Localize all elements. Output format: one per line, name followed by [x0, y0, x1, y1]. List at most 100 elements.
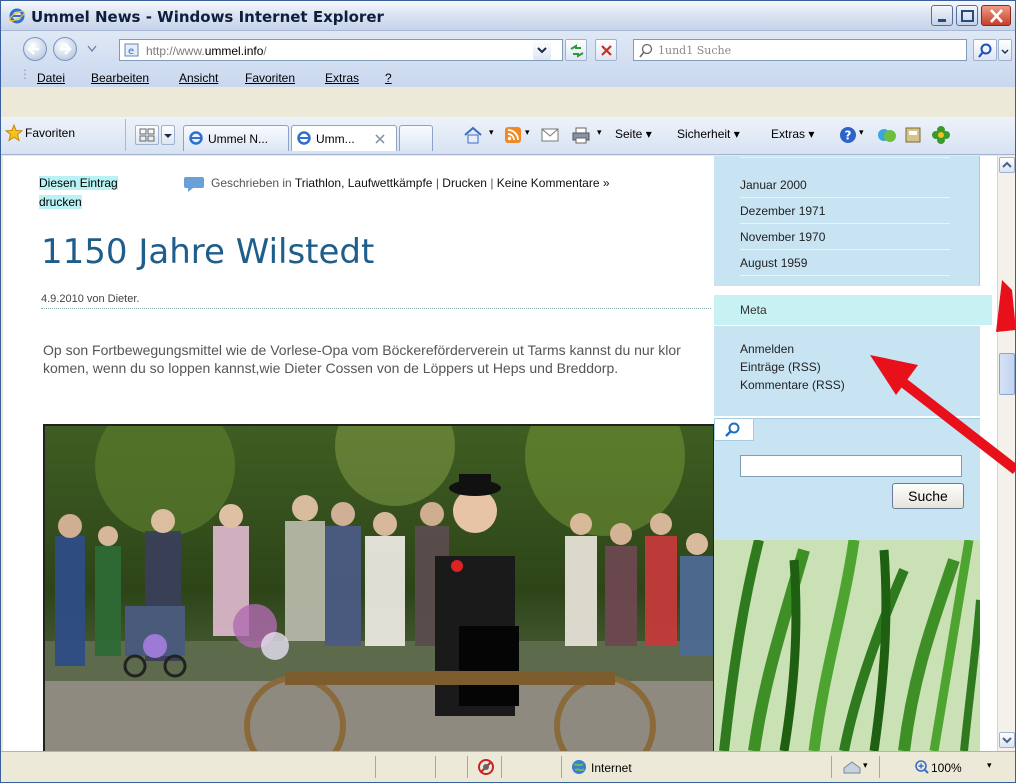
comments-rss-link[interactable]: Kommentare (RSS): [740, 378, 845, 392]
favorites-label: Favoriten: [25, 126, 76, 140]
search-widget-tab: [714, 419, 754, 441]
privacy-icon[interactable]: [477, 758, 495, 776]
search-icon: [978, 43, 992, 58]
window-title: Ummel News - Windows Internet Explorer: [31, 8, 384, 26]
quick-tabs-button[interactable]: [135, 125, 159, 145]
search-widget: Suche: [714, 418, 980, 540]
search-options-button[interactable]: [998, 39, 1012, 61]
search-button[interactable]: Suche: [892, 483, 964, 509]
maximize-button[interactable]: [956, 5, 978, 26]
login-link[interactable]: Anmelden: [740, 342, 794, 356]
research-icon[interactable]: [903, 125, 923, 145]
zoom-level[interactable]: 100%: [931, 761, 962, 775]
search-placeholder: 1und1 Suche: [658, 44, 732, 57]
extras-menu[interactable]: Extras ▾: [771, 127, 814, 141]
history-dropdown-icon[interactable]: [87, 45, 97, 53]
browser-window: Ummel News - Windows Internet Explorer e…: [0, 0, 1016, 783]
print-link[interactable]: Drucken: [442, 176, 487, 190]
search-go-button[interactable]: [973, 39, 997, 61]
home-dropdown-icon[interactable]: ▾: [489, 127, 494, 138]
help-icon[interactable]: ?: [839, 126, 857, 144]
stop-icon: [601, 45, 612, 56]
meta-heading: Meta: [714, 295, 992, 325]
protected-mode-icon[interactable]: [843, 760, 861, 774]
comments-link[interactable]: Keine Kommentare »: [497, 176, 610, 190]
address-dropdown-button[interactable]: [533, 40, 551, 60]
addon-flower-icon[interactable]: [931, 125, 951, 145]
post-meta: Geschrieben in Triathlon, Laufwettkämpfe…: [183, 176, 610, 192]
protected-mode-dropdown-icon[interactable]: ▾: [863, 760, 868, 771]
menu-ansicht[interactable]: Ansicht: [179, 71, 218, 85]
category-links[interactable]: Triathlon, Laufwettkämpfe: [295, 176, 433, 190]
refresh-button[interactable]: [565, 39, 587, 61]
post-byline: 4.9.2010 von Dieter.: [41, 293, 711, 309]
menu-bearbeiten[interactable]: Bearbeiten: [91, 71, 149, 85]
post-title[interactable]: 1150 Jahre Wilstedt: [41, 232, 374, 272]
vertical-scrollbar[interactable]: [997, 156, 1015, 751]
photo-illustration: [45, 426, 713, 751]
print-icon[interactable]: [571, 126, 591, 144]
security-zone-label: Internet: [591, 761, 632, 775]
grass-illustration: [714, 540, 980, 751]
tab-list-button[interactable]: [161, 125, 175, 145]
refresh-icon: [570, 44, 584, 58]
new-tab-button[interactable]: [399, 125, 433, 151]
menu-help[interactable]: ?: [385, 71, 392, 85]
menu-bar: ⋮ Datei Bearbeiten Ansicht Favoriten Ext…: [19, 67, 392, 85]
address-field[interactable]: e http://www.ummel.info/: [119, 39, 563, 61]
security-menu[interactable]: Sicherheit ▾: [677, 127, 740, 141]
page-menu[interactable]: Seite ▾: [615, 127, 652, 141]
zoom-icon[interactable]: [915, 760, 929, 774]
close-button[interactable]: [981, 5, 1011, 26]
home-icon[interactable]: [463, 126, 483, 144]
archive-link[interactable]: Januar 2000: [740, 178, 950, 198]
menu-datei[interactable]: Datei: [37, 71, 65, 85]
print-dropdown-icon[interactable]: ▾: [597, 127, 602, 138]
search-input[interactable]: [740, 455, 962, 477]
menu-extras[interactable]: Extras: [325, 71, 359, 85]
scroll-up-button[interactable]: [999, 157, 1015, 173]
grass-image: [714, 540, 980, 751]
maximize-icon: [961, 10, 974, 22]
close-tab-icon[interactable]: [374, 133, 386, 145]
menu-favoriten[interactable]: Favoriten: [245, 71, 295, 85]
rss-feed-icon[interactable]: [505, 127, 521, 143]
archive-link[interactable]: Dezember 1971: [740, 204, 950, 224]
close-icon: [990, 9, 1003, 23]
archive-link[interactable]: November 1970: [740, 230, 950, 250]
chevron-down-icon: [537, 47, 547, 54]
scroll-thumb[interactable]: [999, 353, 1015, 395]
back-arrow-icon: [27, 43, 39, 55]
stop-button[interactable]: [595, 39, 617, 61]
rss-dropdown-icon[interactable]: ▾: [525, 127, 530, 138]
minimize-icon: [938, 19, 946, 22]
zoom-dropdown-icon[interactable]: ▾: [987, 760, 992, 771]
chevron-up-icon: [1002, 161, 1012, 168]
chevron-down-icon: [164, 134, 172, 138]
help-dropdown-icon[interactable]: ▾: [859, 127, 864, 138]
print-entry-link[interactable]: Diesen Eintrag drucken: [39, 174, 149, 212]
tab-ummel-news-1[interactable]: Ummel N...: [183, 125, 289, 151]
svg-text:?: ?: [845, 129, 852, 143]
messenger-icon[interactable]: [877, 126, 897, 144]
chevron-down-icon: [1001, 49, 1009, 54]
archive-link[interactable]: August 1959: [740, 256, 950, 276]
title-bar: Ummel News - Windows Internet Explorer: [1, 1, 1015, 31]
star-icon: [5, 124, 23, 142]
mail-icon[interactable]: [541, 128, 559, 142]
meta-links: Anmelden Einträge (RSS) Kommentare (RSS): [714, 326, 980, 416]
tab-ummel-news-2[interactable]: Umm...: [291, 125, 397, 151]
forward-button[interactable]: [53, 37, 77, 61]
article-photo: [43, 424, 715, 751]
comment-bubble-icon: [184, 177, 204, 192]
forward-arrow-icon: [60, 43, 72, 55]
page-content: Diesen Eintrag drucken Geschrieben in Tr…: [3, 156, 997, 751]
minimize-button[interactable]: [931, 5, 953, 26]
search-field[interactable]: 1und1 Suche: [633, 39, 967, 61]
ie-tab-icon: [189, 131, 203, 145]
chevron-down-icon: [1002, 737, 1012, 744]
back-button[interactable]: [23, 37, 47, 61]
address-toolbar: e http://www.ummel.info/ 1und1 Suche ⋮ D…: [1, 31, 1015, 87]
entries-rss-link[interactable]: Einträge (RSS): [740, 360, 821, 374]
scroll-down-button[interactable]: [999, 732, 1015, 748]
